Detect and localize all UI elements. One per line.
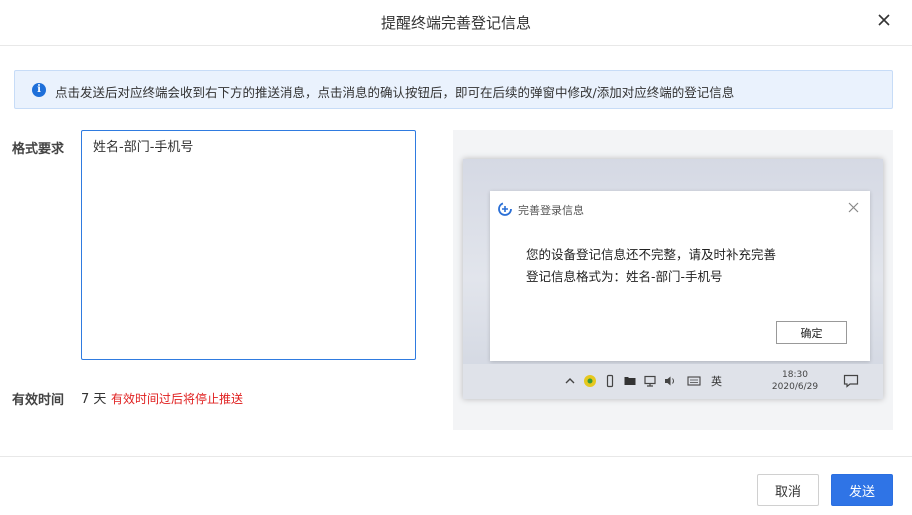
notification-icon[interactable] — [843, 374, 859, 388]
system-tray: 英 — [563, 371, 722, 391]
ime-indicator[interactable]: 英 — [711, 373, 722, 389]
chevron-up-icon[interactable] — [563, 374, 577, 388]
taskbar-clock[interactable]: 18:30 2020/6/29 — [763, 369, 827, 393]
clock-date: 2020/6/29 — [771, 382, 819, 392]
keyboard-icon[interactable] — [683, 374, 705, 388]
tray-app-icon[interactable] — [583, 374, 597, 388]
network-icon[interactable] — [643, 374, 657, 388]
send-button[interactable]: 发送 — [831, 474, 893, 506]
popup-message-line2: 登记信息格式为：姓名-部门-手机号 — [526, 269, 723, 284]
popup-message-line1: 您的设备登记信息还不完整，请及时补充完善 — [526, 247, 777, 262]
format-input[interactable]: 姓名-部门-手机号 — [81, 130, 416, 360]
popup-title: 完善登录信息 — [518, 204, 584, 217]
app-logo-icon — [498, 202, 512, 216]
valid-time-label: 有效时间 — [12, 393, 65, 408]
info-banner: i 点击发送后对应终端会收到右下方的推送消息，点击消息的确认按钮后，即可在后续的… — [14, 70, 893, 109]
clock-time: 18:30 — [782, 370, 808, 380]
info-text: 点击发送后对应终端会收到右下方的推送消息，点击消息的确认按钮后，即可在后续的弹窗… — [55, 85, 735, 100]
popup-close-icon[interactable] — [847, 201, 860, 214]
volume-icon[interactable] — [663, 374, 677, 388]
preview-popup: 完善登录信息 您的设备登记信息还不完整，请及时补充完善 登记信息格式为：姓名-部… — [490, 191, 870, 361]
valid-time-note: 有效时间过后将停止推送 — [111, 392, 244, 406]
preview-panel: 完善登录信息 您的设备登记信息还不完整，请及时补充完善 登记信息格式为：姓名-部… — [453, 130, 893, 430]
valid-time-value: 7 天 — [81, 392, 107, 407]
cancel-button[interactable]: 取消 — [757, 474, 819, 506]
dialog-title: 提醒终端完善登记信息 — [380, 14, 531, 32]
preview-taskbar: 英 18:30 2020/6/29 — [463, 364, 883, 399]
info-icon: i — [32, 83, 46, 97]
preview-desktop: 完善登录信息 您的设备登记信息还不完整，请及时补充完善 登记信息格式为：姓名-部… — [463, 159, 883, 399]
dialog-header: 提醒终端完善登记信息 — [0, 0, 912, 46]
format-label: 格式要求 — [12, 142, 65, 157]
close-icon[interactable] — [876, 12, 892, 28]
usb-icon[interactable] — [603, 374, 617, 388]
dialog-footer: 取消 发送 — [0, 456, 912, 515]
folder-icon[interactable] — [623, 374, 637, 388]
popup-ok-button[interactable]: 确定 — [776, 321, 847, 344]
